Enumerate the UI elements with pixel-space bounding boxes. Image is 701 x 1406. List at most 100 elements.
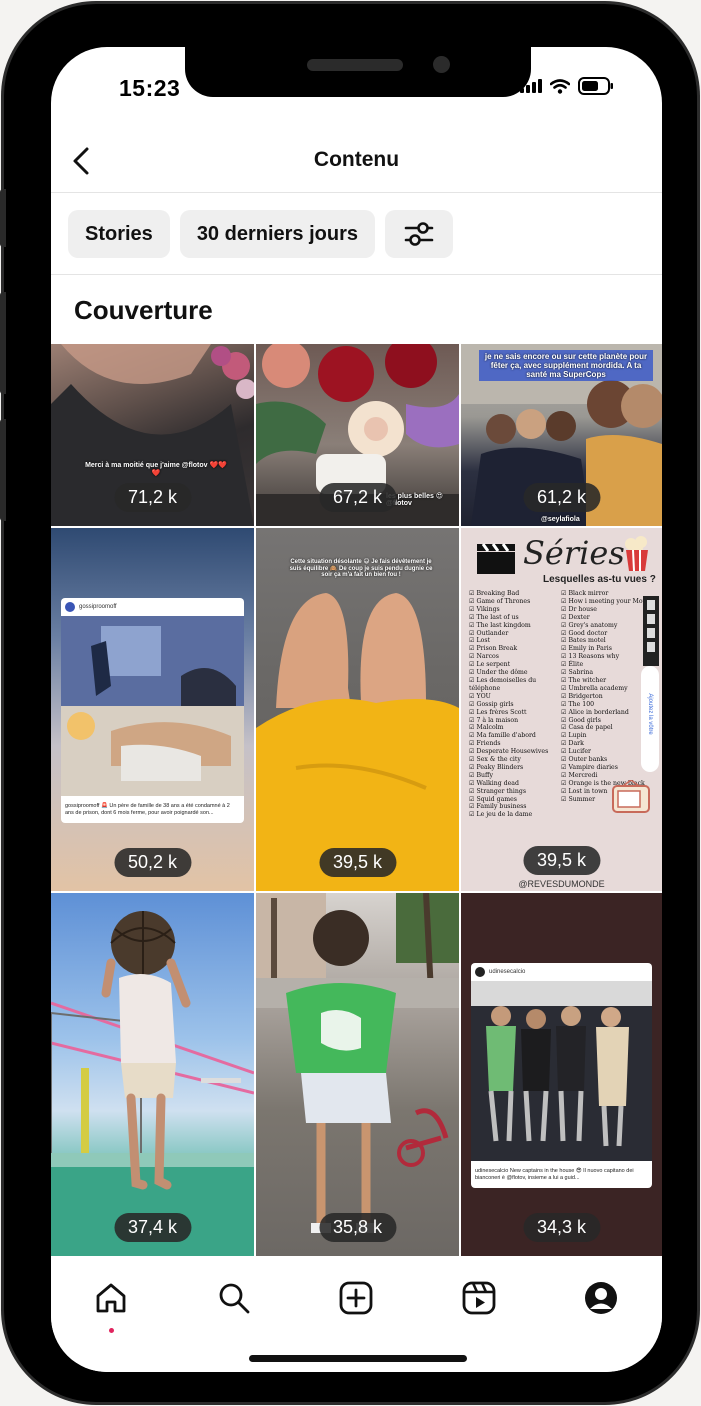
reach-badge: 34,3 k: [522, 1213, 601, 1242]
reach-badge: 50,2 k: [113, 848, 192, 877]
account-avatar: [65, 602, 75, 612]
story-tile[interactable]: 35,8 k: [256, 893, 459, 1256]
status-icons: [520, 77, 614, 95]
series-item: ☑ Peaky Blinders: [469, 763, 524, 771]
post-image: [471, 981, 652, 1161]
create-icon: [339, 1281, 373, 1315]
phone-frame: 15:23 Contenu Stories 30 derniers jours …: [0, 4, 697, 1402]
series-item: ☑ 7 à la maison: [469, 716, 519, 724]
series-item: ☑ Desperate Housewives: [469, 748, 549, 756]
series-item: ☑ Malcolm: [469, 724, 504, 732]
tab-reels[interactable]: [457, 1276, 501, 1320]
home-indicator: [249, 1355, 467, 1362]
page-title: Contenu: [313, 148, 400, 171]
story-tile[interactable]: les plus belles 😍 @flotov 67,2 k: [256, 344, 459, 526]
wifi-icon: [550, 78, 570, 94]
post-text: udinesecalcio New captains in the house …: [475, 1168, 634, 1181]
status-time: 15:23: [119, 75, 181, 101]
series-item: ☑ Dr house: [561, 605, 597, 613]
tv-icon: [612, 780, 650, 813]
notification-dot: [109, 1328, 114, 1333]
series-item: ☑ Buffy: [469, 771, 493, 779]
series-item: ☑ Les demoiselles du téléphone: [469, 676, 537, 692]
volume-down-button: [0, 419, 6, 521]
sliders-icon: [404, 222, 434, 246]
series-item: ☑ Gossip girls: [469, 700, 514, 708]
series-title: Séries: [523, 534, 625, 572]
front-camera: [433, 56, 450, 73]
series-item: ☑ Ma famille d'abord: [469, 732, 536, 740]
clapperboard-icon: [477, 543, 515, 574]
reach-badge: 61,2 k: [522, 483, 601, 512]
series-item: ☑ Outlander: [469, 629, 509, 637]
series-item: ☑ Les frères Scott: [469, 708, 527, 716]
tab-create[interactable]: [334, 1276, 378, 1320]
story-thumbnail: [256, 893, 459, 1233]
notch: [185, 47, 531, 97]
home-icon: [96, 1283, 126, 1313]
tab-search[interactable]: [212, 1276, 256, 1320]
navigation-bar: Contenu: [51, 133, 662, 191]
stories-grid: Merci à ma moitié que j'aime @flotov ❤️❤…: [51, 344, 662, 1256]
reach-badge: 39,5 k: [318, 848, 397, 877]
story-tile[interactable]: Merci à ma moitié que j'aime @flotov ❤️❤…: [51, 344, 254, 526]
story-tile[interactable]: gossiproomoff gossiproomoff 🚨 Un père de…: [51, 528, 254, 891]
story-caption: je ne sais encore ou sur cette planète p…: [479, 350, 653, 381]
post-text: gossiproomoff 🚨 Un père de famille de 38…: [65, 803, 230, 816]
account-name: udinesecalcio: [489, 969, 526, 975]
account-avatar: [475, 967, 485, 977]
story-handle: @seylafiola: [541, 516, 580, 523]
header-divider: [51, 192, 662, 193]
reach-badge: 67,2 k: [318, 483, 397, 512]
series-item: ☑ How i meeting your Mother: [561, 597, 656, 605]
series-item: ☑ Prison Break: [469, 645, 518, 653]
series-item: ☑ Grey's anatomy: [561, 621, 618, 629]
series-item: ☑ Vikings: [469, 605, 500, 613]
date-range-filter[interactable]: 30 derniers jours: [179, 210, 375, 258]
story-tile[interactable]: Cette situation désolante 😅 Je fais dévê…: [256, 528, 459, 891]
series-list-left: ☑ Breaking Bad ☑ Game of Thrones ☑ Vikings…: [469, 590, 561, 819]
mute-switch: [0, 189, 6, 247]
filter-divider: [51, 274, 662, 275]
filter-settings-button[interactable]: [385, 210, 453, 258]
series-item: ☑ Bates motel: [561, 637, 606, 645]
section-title: Couverture: [74, 295, 213, 325]
story-thumbnail: [256, 593, 459, 891]
series-item: ☑ YOU: [469, 692, 491, 700]
story-tile[interactable]: 37,4 k: [51, 893, 254, 1256]
series-item: ☑ Le serpent: [469, 661, 511, 669]
series-item: ☑ Dexter: [561, 613, 590, 621]
series-item: ☑ Mercredi: [561, 771, 598, 779]
series-item: ☑ Family business: [469, 803, 527, 811]
search-icon: [219, 1283, 250, 1314]
embedded-post: gossiproomoff gossiproomoff 🚨 Un père de…: [61, 598, 244, 823]
story-tile[interactable]: Séries Lesquelles as-tu vues ? ☑ Breakin…: [461, 528, 662, 891]
tab-home[interactable]: [89, 1276, 133, 1320]
series-item: ☑ Lost: [469, 637, 491, 645]
series-item: ☑ Walking dead: [469, 779, 519, 787]
post-image: [61, 616, 244, 796]
reach-badge: 35,8 k: [318, 1213, 397, 1242]
series-item: ☑ Good doctor: [561, 629, 608, 637]
series-item: ☑ Élite: [561, 661, 584, 669]
series-item: ☑ Emily in Paris: [561, 645, 612, 653]
story-thumbnail: [51, 911, 254, 1256]
screen: 15:23 Contenu Stories 30 derniers jours …: [51, 47, 662, 1372]
series-subtitle: Lesquelles as-tu vues ?: [543, 574, 656, 585]
filter-bar: Stories 30 derniers jours: [68, 210, 453, 258]
series-item: ☑ Friends: [469, 740, 501, 748]
story-tile[interactable]: je ne sais encore ou sur cette planète p…: [461, 344, 662, 526]
series-item: ☑ Narcos: [469, 653, 499, 661]
story-tile[interactable]: udinesecalcio udinesecalcio New captains…: [461, 893, 662, 1256]
content-type-filter[interactable]: Stories: [68, 210, 170, 258]
speaker-grille: [307, 59, 403, 71]
profile-icon: [585, 1282, 617, 1314]
sticker-label: Ajoutez la vôtre: [647, 693, 653, 735]
reach-badge: 39,5 k: [522, 846, 601, 875]
series-footer: @REVESDUMONDE: [518, 879, 605, 889]
series-item: ☑ Sex & the city: [469, 756, 521, 764]
add-yours-sticker: Ajoutez la vôtre: [641, 666, 659, 772]
series-item: ☑ Game of Thrones: [469, 597, 531, 605]
series-item: ☑ 13 Reasons why: [561, 653, 620, 661]
tab-profile[interactable]: [579, 1276, 623, 1320]
